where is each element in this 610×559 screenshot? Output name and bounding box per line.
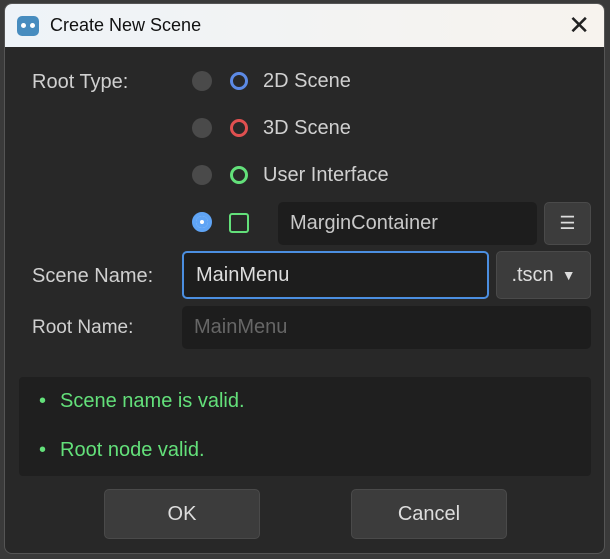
godot-logo-icon — [17, 15, 39, 36]
status-scene-name: Scene name is valid. — [39, 390, 245, 413]
cancel-button[interactable]: Cancel — [351, 489, 507, 539]
status-panel: Scene name is valid. Root node valid. — [19, 377, 591, 476]
scene-name-input[interactable]: MainMenu — [182, 251, 489, 299]
node3d-icon — [230, 119, 248, 137]
extension-value: .tscn — [511, 263, 554, 286]
root-name-placeholder: MainMenu — [194, 316, 288, 338]
custom-node-value: MarginContainer — [290, 212, 438, 234]
title-bar: Create New Scene ✕ — [5, 4, 604, 47]
root-type-label: Root Type: — [32, 71, 129, 93]
ok-button[interactable]: OK — [104, 489, 260, 539]
option-2d-scene[interactable]: 2D Scene — [263, 70, 351, 93]
root-name-label: Root Name: — [32, 317, 134, 338]
dialog-title: Create New Scene — [50, 15, 202, 35]
chevron-down-icon: ▼ — [561, 267, 576, 283]
radio-user-interface[interactable] — [192, 165, 212, 185]
radio-custom-node[interactable] — [192, 212, 212, 232]
tree-icon: ☰ — [559, 213, 576, 233]
root-name-input[interactable]: MainMenu — [182, 306, 591, 349]
create-new-scene-dialog: Create New Scene ✕ Root Type: 2D Scene 3… — [4, 3, 605, 554]
scene-name-label: Scene Name: — [32, 265, 154, 287]
control-icon — [230, 166, 248, 184]
option-3d-scene[interactable]: 3D Scene — [263, 117, 351, 140]
radio-2d-scene[interactable] — [192, 71, 212, 91]
custom-node-field[interactable]: MarginContainer — [278, 202, 537, 245]
margin-container-icon — [229, 213, 249, 233]
radio-3d-scene[interactable] — [192, 118, 212, 138]
select-node-button[interactable]: ☰ — [544, 202, 591, 245]
node2d-icon — [230, 72, 248, 90]
extension-dropdown[interactable]: .tscn ▼ — [496, 251, 591, 299]
close-icon[interactable]: ✕ — [568, 12, 590, 38]
scene-name-value: MainMenu — [196, 263, 290, 286]
option-user-interface[interactable]: User Interface — [263, 164, 389, 187]
status-root-node: Root node valid. — [39, 439, 205, 462]
